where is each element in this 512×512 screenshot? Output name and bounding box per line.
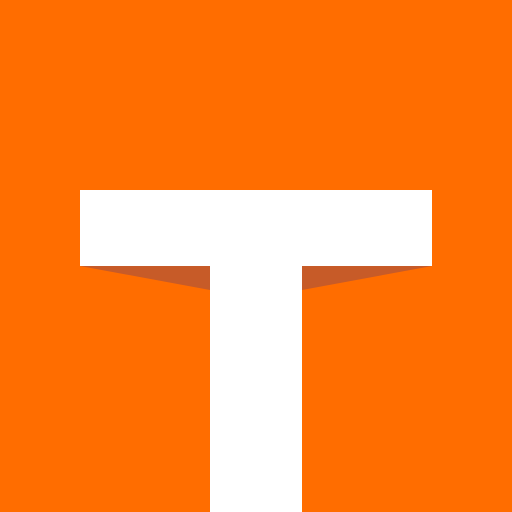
logo-letter-stem	[210, 190, 302, 512]
app-icon-tile	[0, 0, 512, 512]
t-logo-icon	[0, 0, 512, 512]
